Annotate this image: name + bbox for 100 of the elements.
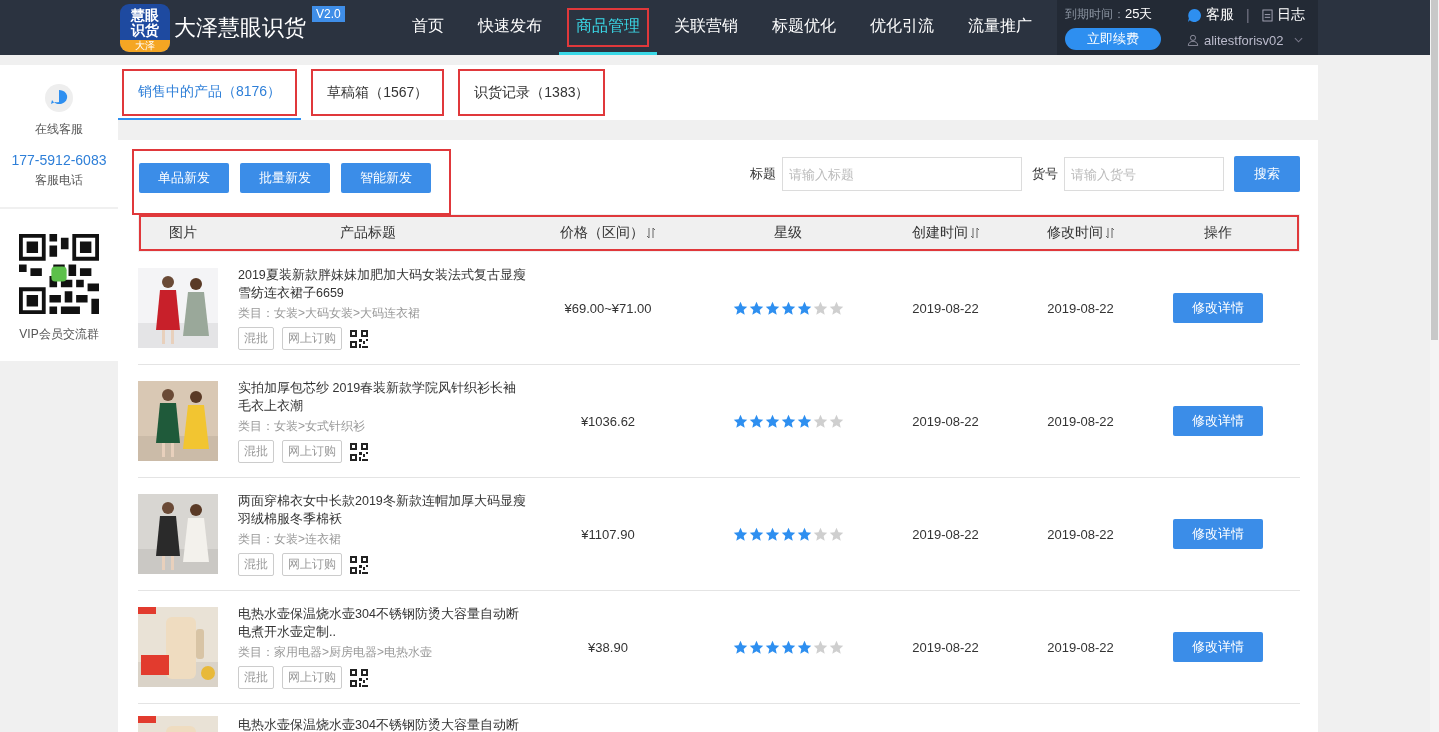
qr-code-icon[interactable] xyxy=(350,668,368,687)
star-icon xyxy=(732,526,748,542)
chat-bot-icon[interactable] xyxy=(44,83,74,113)
scrollbar[interactable] xyxy=(1430,0,1439,732)
star-icon xyxy=(796,526,812,542)
star-icon xyxy=(732,639,748,655)
star-icon xyxy=(780,413,796,429)
star-icon xyxy=(812,300,828,316)
tag: 网上订购 xyxy=(282,440,342,463)
tag: 混批 xyxy=(238,440,274,463)
column-header: 图片 xyxy=(169,224,197,242)
column-header: 产品标题 xyxy=(340,224,396,242)
separator: | xyxy=(1246,7,1250,24)
tag: 混批 xyxy=(238,553,274,576)
star-icon xyxy=(748,413,764,429)
product-title[interactable]: 两面穿棉衣女中长款2019冬新款连帽加厚大码显瘦 羽绒棉服冬季棉袄 xyxy=(238,492,526,528)
online-service-label: 在线客服 xyxy=(35,121,83,138)
created-date: 2019-08-22 xyxy=(912,526,979,542)
qr-code-icon[interactable] xyxy=(350,442,368,461)
tab[interactable]: 草稿箱（1567） xyxy=(307,65,449,120)
star-icon xyxy=(764,639,780,655)
column-header[interactable]: 创建时间 xyxy=(911,224,968,242)
column-header: 星级 xyxy=(774,224,802,242)
price: ¥69.00~¥71.00 xyxy=(564,300,652,316)
star-icon xyxy=(828,413,844,429)
nav-tab[interactable]: 优化引流 xyxy=(863,0,941,55)
modified-date: 2019-08-22 xyxy=(1047,413,1114,429)
chat-bubble-icon xyxy=(1187,7,1202,23)
logo-badge: 大泽 xyxy=(120,39,170,52)
product-title[interactable]: 电热水壶保温烧水壶304不锈钢防烫大容量自动断 电煮开水壶定制.. xyxy=(238,605,519,641)
input-field[interactable]: 请输入货号 xyxy=(1064,157,1224,191)
nav-tab[interactable]: 标题优化 xyxy=(765,0,843,55)
sort-icon[interactable] xyxy=(969,227,980,239)
product-title[interactable]: 实拍加厚包芯纱 2019春装新款学院风针织衫长袖 毛衣上衣潮 xyxy=(238,379,517,415)
star-icon xyxy=(828,639,844,655)
star-icon xyxy=(764,413,780,429)
version-badge: V2.0 xyxy=(312,6,345,22)
service-link[interactable]: 客服 xyxy=(1206,6,1234,25)
created-date: 2019-08-22 xyxy=(912,639,979,655)
star-icon xyxy=(812,639,828,655)
product-title[interactable]: 2019夏装新款胖妹妹加肥加大码女装法式复古显瘦 雪纺连衣裙子6659 xyxy=(238,266,526,302)
qr-code-icon[interactable] xyxy=(350,555,368,574)
star-icon xyxy=(764,300,780,316)
price: ¥38.90 xyxy=(588,639,628,655)
star-icon xyxy=(780,639,796,655)
nav-tab[interactable]: 关联营销 xyxy=(667,0,745,55)
column-header: 操作 xyxy=(1204,224,1232,242)
expiry-label: 到期时间： xyxy=(1065,6,1125,21)
nav-tab[interactable]: 首页 xyxy=(405,0,451,55)
star-icon xyxy=(748,639,764,655)
field-label: 标题 xyxy=(750,165,776,183)
star-icon xyxy=(812,413,828,429)
created-date: 2019-08-22 xyxy=(912,413,979,429)
tab[interactable]: 识货记录（1383） xyxy=(454,65,610,120)
product-category: 类目：女装>女式针织衫 xyxy=(238,418,365,435)
expiry-value: 25天 xyxy=(1125,5,1153,21)
modified-date: 2019-08-22 xyxy=(1047,639,1114,655)
product-category: 类目：女装>大码女装>大码连衣裙 xyxy=(238,305,420,322)
tab[interactable]: 销售中的产品（8176） xyxy=(118,65,302,120)
logo-text: 慧眼识货 xyxy=(130,7,160,38)
qr-code-icon xyxy=(19,234,99,314)
created-date: 2019-08-22 xyxy=(912,300,979,316)
phone-number: 177-5912-6083 xyxy=(11,152,107,168)
nav-tab[interactable]: 流量推广 xyxy=(961,0,1039,55)
modified-date: 2019-08-22 xyxy=(1047,526,1114,542)
modified-date: 2019-08-22 xyxy=(1047,300,1114,316)
price: ¥1107.90 xyxy=(581,526,635,542)
star-icon xyxy=(796,639,812,655)
star-icon xyxy=(780,300,796,316)
product-category: 类目：女装>连衣裙 xyxy=(238,531,341,548)
star-icon xyxy=(812,526,828,542)
product-title[interactable]: 电热水壶保温烧水壶304不锈钢防烫大容量自动断 xyxy=(238,716,519,732)
vip-group-label: VIP会员交流群 xyxy=(19,326,99,343)
sort-icon[interactable] xyxy=(1104,227,1115,239)
document-icon xyxy=(1261,8,1273,22)
star-icon xyxy=(732,300,748,316)
tag: 网上订购 xyxy=(282,553,342,576)
star-icon xyxy=(796,413,812,429)
qr-code-icon[interactable] xyxy=(350,329,368,348)
star-icon xyxy=(828,526,844,542)
nav-tab[interactable]: 商品管理 xyxy=(559,0,657,55)
tag: 网上订购 xyxy=(282,327,342,350)
log-link[interactable]: 日志 xyxy=(1276,6,1305,25)
star-icon xyxy=(780,526,796,542)
price: ¥1036.62 xyxy=(580,413,636,429)
nav-tab[interactable]: 快速发布 xyxy=(471,0,549,55)
column-header[interactable]: 价格（区间） xyxy=(560,224,644,242)
sort-icon[interactable] xyxy=(646,227,656,239)
input-field[interactable]: 请输入标题 xyxy=(782,157,1022,191)
column-header[interactable]: 修改时间 xyxy=(1046,224,1103,242)
star-icon xyxy=(764,526,780,542)
user-icon xyxy=(1187,34,1199,47)
user-menu[interactable]: alitestforisv02 xyxy=(1187,32,1305,48)
star-icon xyxy=(828,300,844,316)
star-icon xyxy=(796,300,812,316)
tag: 混批 xyxy=(238,327,274,350)
phone-label: 客服电话 xyxy=(35,172,83,189)
product-category: 类目：家用电器>厨房电器>电热水壶 xyxy=(238,644,432,661)
field-label: 货号 xyxy=(1032,165,1058,183)
star-icon xyxy=(748,526,764,542)
